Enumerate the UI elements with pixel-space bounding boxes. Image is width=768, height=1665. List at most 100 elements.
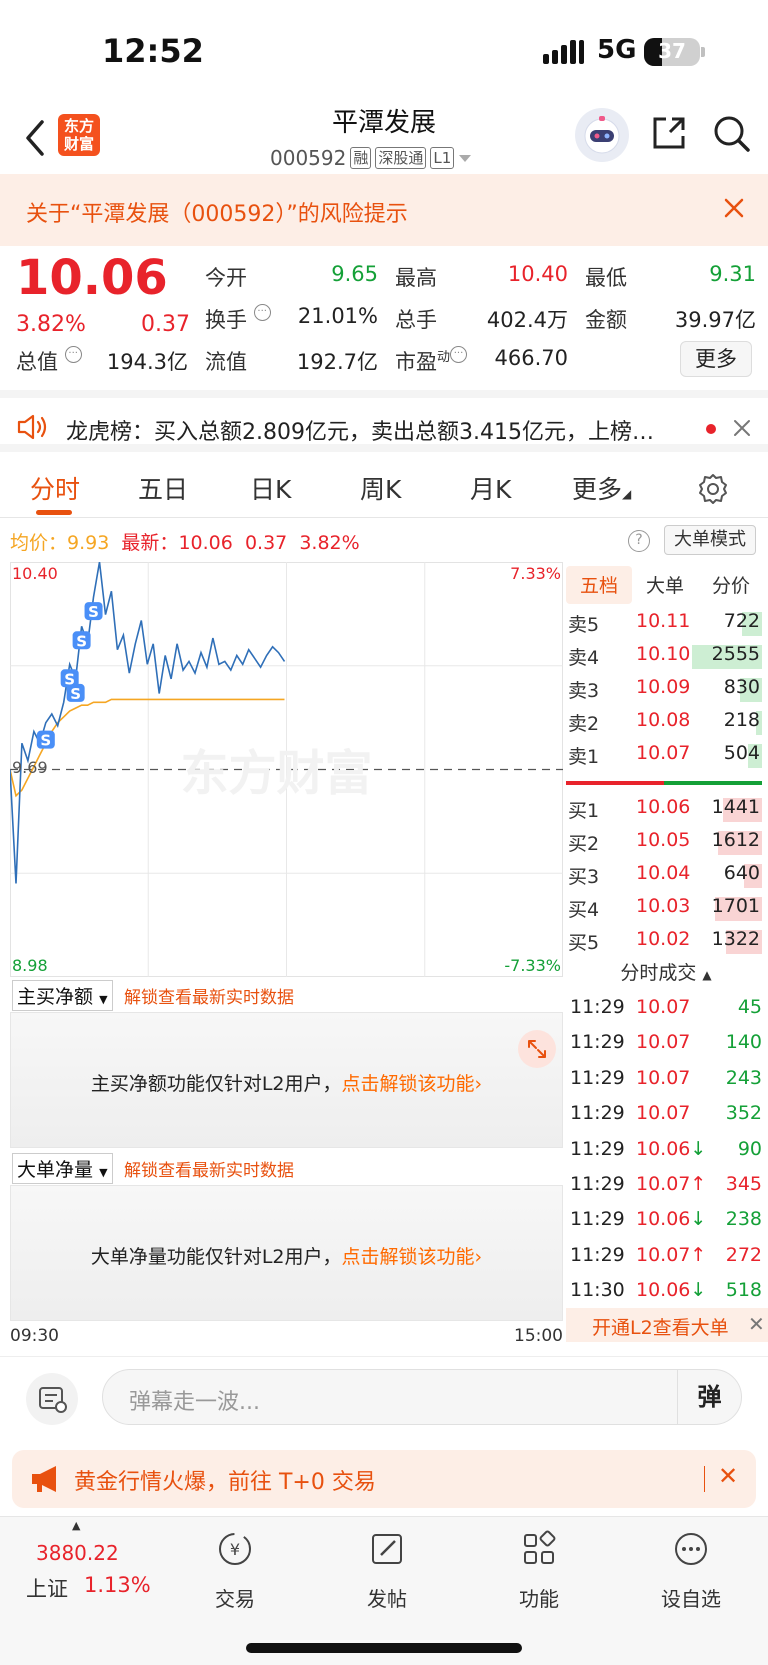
level-volume: 722 [723,610,760,632]
ask-row[interactable]: 卖1 10.07 504 [566,738,762,771]
indicator-panel-2[interactable]: 大单净量功能仅针对L2用户，点击解锁该功能› [10,1185,563,1321]
trade-volume: 140 [725,1031,762,1054]
dragon-tiger-bar[interactable]: 龙虎榜：买入总额2.809亿元，卖出总额3.415亿元，上榜… [0,390,768,452]
info-icon[interactable]: ··· [450,346,468,363]
watermark: 东方财富 [180,746,372,802]
bid-row[interactable]: 买4 10.03 1701 [566,891,762,924]
close-icon[interactable]: ✕ [748,1312,765,1336]
expand-icon[interactable] [518,1030,556,1068]
ask-row[interactable]: 卖2 10.08 218 [566,705,762,738]
tab-weekly-k[interactable]: 周K [360,470,401,506]
level-price: 10.10 [636,643,691,665]
trade-volume: 243 [725,1066,762,1089]
app-logo[interactable]: 东方 财富 [58,114,100,156]
status-bar: 12:52 5G 37 [0,0,768,100]
dragon-tiger-text[interactable]: 龙虎榜：买入总额2.809亿元，卖出总额3.415亿元，上榜… [66,414,686,446]
network-label: 5G [597,35,637,65]
tab-more[interactable]: 更多◢ [572,470,631,506]
unlock-action[interactable]: 点击解锁该功能 [342,1073,475,1095]
open-label: 今开 [205,266,247,290]
back-icon[interactable] [22,118,46,158]
tab-daily-k[interactable]: 日K [250,470,291,506]
trade-time: 11:29 [570,1137,625,1160]
tab-five-day[interactable]: 五日 [138,470,188,506]
help-icon[interactable]: ? [628,530,650,552]
gold-banner-text[interactable]: 黄金行情火爆，前往 T+0 交易 [74,1464,376,1496]
indicator-panel-1[interactable]: 主买净额功能仅针对L2用户，点击解锁该功能› [10,1012,563,1148]
tab-five-levels[interactable]: 五档 [580,571,618,598]
nav-trade[interactable]: ¥ 交易 [180,1529,290,1611]
indicator-header-1: 主买净额 ▼ 解锁查看最新实时数据 [10,978,563,1012]
share-icon[interactable] [650,114,688,152]
close-icon[interactable] [720,194,748,222]
intraday-chart[interactable]: 东方财富 S S S S S 10.40 7.33% 9.69 8.98 -7.33% [9,561,563,977]
bid-row[interactable]: 买2 10.05 1612 [566,825,762,858]
close-icon[interactable] [732,418,752,438]
l2-promo-text[interactable]: 开通L2查看大单 [592,1313,729,1340]
nav-functions[interactable]: 功能 [484,1529,594,1611]
stock-title[interactable]: 平潭发展 [270,102,498,139]
l2-promo[interactable]: 开通L2查看大单 ✕ [566,1308,768,1342]
x-start-label: 09:30 [10,1326,59,1346]
big-order-mode-button[interactable]: 大单模式 [664,525,756,555]
bid-row[interactable]: 买3 10.04 640 [566,858,762,891]
trade-row: 11:29 10.07↑ 345 [566,1167,764,1202]
gold-banner[interactable]: 黄金行情火爆，前往 T+0 交易 ✕ [12,1450,756,1508]
level-volume: 1322 [711,928,760,950]
trades-header[interactable]: 分时成交 ▲ [566,958,766,985]
indicator-select[interactable]: 主买净额 ▼ [12,980,113,1011]
risk-banner[interactable]: 关于“平潭发展（000592）”的风险提示 [0,174,768,246]
level-volume: 640 [723,862,760,884]
danmu-placeholder: 弹幕走一波... [129,1390,260,1415]
unlock-action[interactable]: 点击解锁该功能 [342,1246,475,1268]
indicator-select[interactable]: 大单净量 ▼ [12,1153,113,1184]
level-label: 买4 [568,899,600,921]
unlock-link[interactable]: 解锁查看最新实时数据 [124,1156,294,1181]
comment-list-icon[interactable] [26,1373,78,1425]
risk-text[interactable]: 关于“平潭发展（000592）”的风险提示 [26,196,408,228]
volume-label: 总手 [395,308,437,332]
home-indicator[interactable] [246,1643,522,1653]
tab-intraday[interactable]: 分时 [30,470,80,506]
level-price: 10.05 [636,829,691,851]
unread-dot [706,424,716,434]
tab-price-dist[interactable]: 分价 [712,571,750,598]
trade-row: 11:29 10.07 140 [566,1025,764,1060]
unlock-link[interactable]: 解锁查看最新实时数据 [124,983,294,1008]
trade-row: 11:29 10.07 45 [566,990,764,1025]
ask-row[interactable]: 卖4 10.10 2555 [566,639,762,672]
tab-monthly-k[interactable]: 月K [470,470,511,506]
stock-code-line[interactable]: 000592 融 深股通 L1 [270,144,472,172]
tag-level: L1 [430,147,455,169]
battery-level: 37 [658,39,686,63]
info-icon[interactable]: ··· [253,304,271,321]
level-volume: 1701 [711,895,760,917]
more-button[interactable]: 更多 [680,341,752,377]
close-icon[interactable]: ✕ [718,1462,738,1490]
megaphone-icon [32,1466,56,1492]
info-icon[interactable]: ··· [64,346,82,363]
trade-time: 11:29 [570,1031,625,1054]
search-icon[interactable] [712,114,752,154]
bid-row[interactable]: 买5 10.02 1322 [566,924,762,957]
danmu-input[interactable]: 弹幕走一波... 弹 [102,1369,742,1425]
tab-big-orders[interactable]: 大单 [646,571,684,598]
dropdown-icon [459,155,472,162]
pct-low-label: -7.33% [504,956,561,975]
trade-row: 11:29 10.07 352 [566,1096,764,1131]
nav-post[interactable]: 发帖 [332,1529,442,1611]
ask-row[interactable]: 卖5 10.11 722 [566,606,762,639]
x-end-label: 15:00 [514,1326,563,1346]
bid-row[interactable]: 买1 10.06 1441 [566,792,762,825]
post-icon [372,1534,402,1564]
open-value: 9.65 [331,262,378,286]
gear-icon[interactable] [696,472,730,506]
level-label: 卖1 [568,746,600,768]
nav-add-watchlist[interactable]: 设自选 [636,1529,746,1611]
ai-assistant-icon[interactable] [575,108,629,162]
trade-row: 11:29 10.06↓ 238 [566,1202,764,1237]
index-widget[interactable]: ▲ 3880.22 上证 1.13% [0,1517,151,1617]
level-volume: 218 [723,709,760,731]
ask-row[interactable]: 卖3 10.09 830 [566,672,762,705]
danmu-toggle-button[interactable]: 弹 [677,1369,741,1425]
